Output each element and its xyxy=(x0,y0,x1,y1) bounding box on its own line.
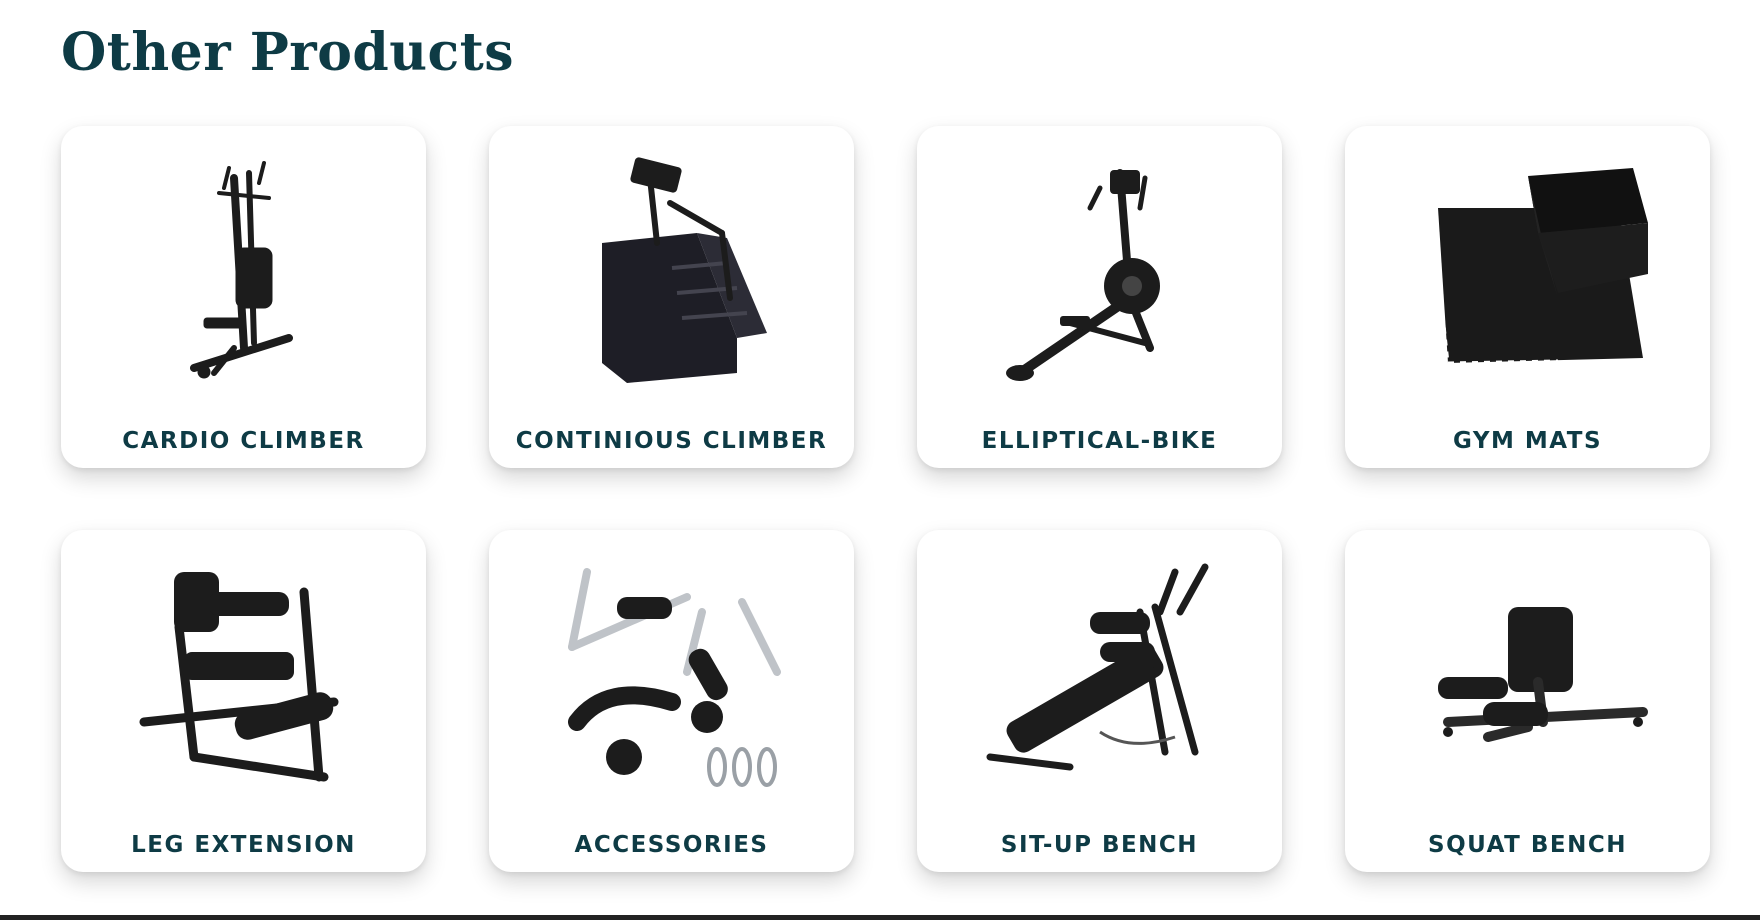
product-card-sit-up-bench[interactable]: SIT-UP BENCH xyxy=(917,530,1282,872)
product-label: CARDIO CLIMBER xyxy=(122,428,365,454)
sit-up-bench-icon xyxy=(970,542,1230,802)
product-card-elliptical-bike[interactable]: ELLIPTICAL-BIKE xyxy=(917,126,1282,468)
accessories-icon xyxy=(542,542,802,802)
product-label: LEG EXTENSION xyxy=(131,832,356,858)
product-card-leg-extension[interactable]: LEG EXTENSION xyxy=(61,530,426,872)
cardio-climber-icon xyxy=(114,138,374,398)
product-card-continious-climber[interactable]: CONTINIOUS CLIMBER xyxy=(489,126,854,468)
leg-extension-icon xyxy=(114,542,374,802)
gym-mats-icon xyxy=(1398,138,1658,398)
section-title: Other Products xyxy=(61,22,515,83)
page: Other Products CARDIO CLIMBER CONTINIOUS… xyxy=(0,0,1760,920)
product-card-accessories[interactable]: ACCESSORIES xyxy=(489,530,854,872)
product-label: SQUAT BENCH xyxy=(1428,832,1627,858)
product-grid: CARDIO CLIMBER CONTINIOUS CLIMBER ELLIPT… xyxy=(61,126,1710,872)
product-label: CONTINIOUS CLIMBER xyxy=(515,428,828,454)
product-card-gym-mats[interactable]: GYM MATS xyxy=(1345,126,1710,468)
product-label: SIT-UP BENCH xyxy=(1000,832,1199,858)
product-label: ACCESSORIES xyxy=(574,832,769,858)
product-label: ELLIPTICAL-BIKE xyxy=(981,428,1218,454)
squat-bench-icon xyxy=(1398,542,1658,802)
stair-climber-icon xyxy=(542,138,802,398)
product-card-squat-bench[interactable]: SQUAT BENCH xyxy=(1345,530,1710,872)
product-card-cardio-climber[interactable]: CARDIO CLIMBER xyxy=(61,126,426,468)
elliptical-bike-icon xyxy=(970,138,1230,398)
product-label: GYM MATS xyxy=(1452,428,1603,454)
footer-divider xyxy=(0,915,1760,920)
